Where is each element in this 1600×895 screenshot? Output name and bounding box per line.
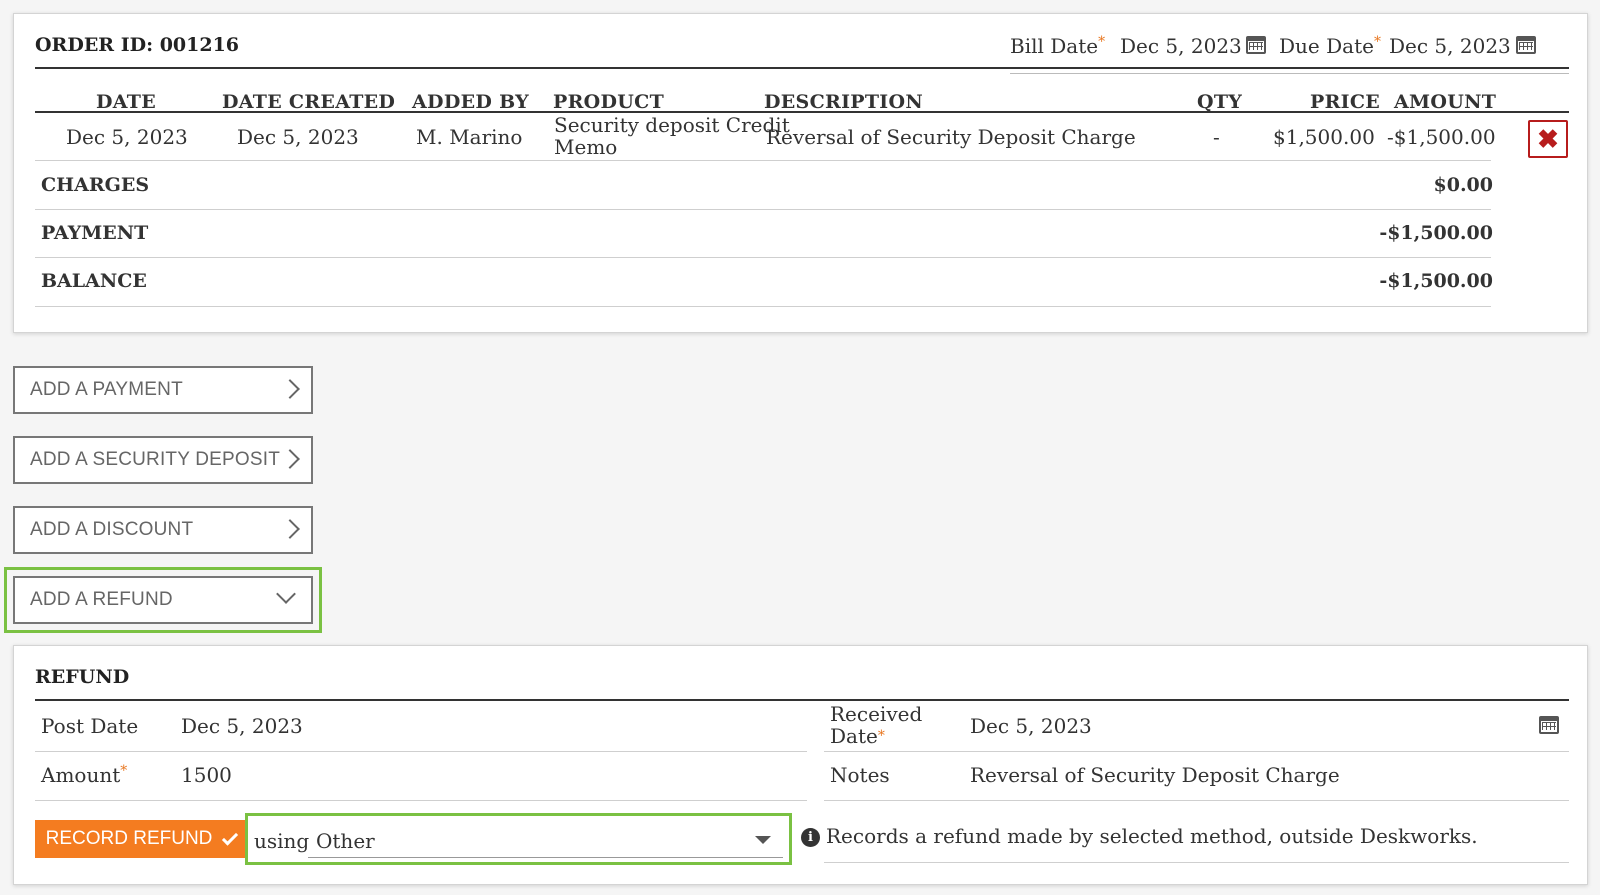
cell-added-by: M. Marino — [416, 125, 523, 149]
charges-label: CHARGES — [41, 174, 150, 196]
delete-line-button[interactable]: ✖ — [1528, 120, 1568, 158]
received-date-value[interactable]: Dec 5, 2023 — [970, 714, 1092, 738]
add-refund-button[interactable]: ADD A REFUND — [13, 576, 313, 624]
notes-label: Notes — [830, 763, 890, 787]
caret-down-icon — [755, 836, 771, 844]
cell-date-created: Dec 5, 2023 — [237, 125, 359, 149]
calendar-icon[interactable] — [1516, 36, 1536, 54]
col-date: DATE — [96, 91, 156, 113]
received-date-label: Received Date* — [830, 702, 923, 748]
divider — [35, 257, 1491, 258]
balance-value: -$1,500.00 — [1379, 270, 1493, 292]
chevron-right-icon — [280, 449, 300, 469]
record-refund-button[interactable]: RECORD REFUND — [35, 820, 245, 858]
record-refund-label: RECORD REFUND — [45, 828, 213, 849]
divider — [35, 306, 1491, 307]
add-refund-label: ADD A REFUND — [30, 589, 173, 610]
divider — [35, 160, 1491, 161]
add-discount-label: ADD A DISCOUNT — [30, 519, 194, 540]
col-qty: QTY — [1197, 91, 1243, 113]
close-icon: ✖ — [1537, 123, 1559, 154]
due-date-value[interactable]: Dec 5, 2023 — [1389, 34, 1511, 58]
cell-description: Reversal of Security Deposit Charge — [766, 125, 1136, 149]
refund-method-select[interactable]: using Other — [245, 813, 792, 865]
balance-label: BALANCE — [41, 270, 147, 292]
add-payment-label: ADD A PAYMENT — [30, 379, 183, 400]
info-icon: i — [801, 828, 820, 847]
order-id: ORDER ID: 001216 — [35, 34, 240, 56]
due-date-label: Due Date* — [1279, 34, 1381, 58]
divider — [35, 209, 1491, 210]
cell-amount: -$1,500.00 — [1387, 125, 1496, 149]
notes-field[interactable]: Reversal of Security Deposit Charge — [970, 763, 1340, 787]
chevron-right-icon — [280, 379, 300, 399]
add-security-deposit-label: ADD A SECURITY DEPOSIT — [30, 449, 281, 470]
amount-label: Amount* — [41, 763, 128, 787]
col-date-created: DATE CREATED — [222, 91, 396, 113]
divider — [35, 111, 1569, 113]
bill-date-label: Bill Date* — [1010, 34, 1106, 58]
select-underline — [308, 857, 783, 858]
col-added-by: ADDED BY — [412, 91, 529, 113]
add-security-deposit-button[interactable]: ADD A SECURITY DEPOSIT — [13, 436, 313, 484]
divider — [824, 862, 1569, 863]
payment-label: PAYMENT — [41, 222, 149, 244]
cell-qty: - — [1213, 125, 1220, 149]
chevron-right-icon — [280, 519, 300, 539]
charges-value: $0.00 — [1433, 174, 1494, 196]
refund-title: REFUND — [35, 666, 130, 688]
order-card: ORDER ID: 001216 Bill Date* Dec 5, 2023 … — [13, 13, 1588, 333]
col-product: PRODUCT — [553, 91, 665, 113]
post-date-value[interactable]: Dec 5, 2023 — [181, 714, 303, 738]
chevron-down-icon — [276, 584, 296, 604]
bill-date-value[interactable]: Dec 5, 2023 — [1120, 34, 1242, 58]
info-text: Records a refund made by selected method… — [826, 824, 1478, 848]
payment-value: -$1,500.00 — [1379, 222, 1493, 244]
col-price: PRICE — [1310, 91, 1381, 113]
divider — [35, 800, 807, 801]
calendar-icon[interactable] — [1539, 716, 1559, 734]
check-icon — [222, 828, 239, 846]
divider — [35, 67, 1569, 69]
method-selected: Other — [316, 829, 375, 853]
cell-price: $1,500.00 — [1273, 125, 1375, 149]
cell-product: Security deposit Credit Memo — [554, 113, 790, 159]
add-discount-button[interactable]: ADD A DISCOUNT — [13, 506, 313, 554]
cell-date: Dec 5, 2023 — [66, 125, 188, 149]
col-description: DESCRIPTION — [764, 91, 924, 113]
refund-card: REFUND Post Date Dec 5, 2023 Amount* 150… — [13, 645, 1588, 885]
post-date-label: Post Date — [41, 714, 139, 738]
divider — [35, 699, 1569, 701]
divider — [824, 751, 1569, 752]
col-amount: AMOUNT — [1394, 91, 1497, 113]
amount-field[interactable]: 1500 — [181, 763, 232, 787]
add-payment-button[interactable]: ADD A PAYMENT — [13, 366, 313, 414]
divider — [824, 800, 1569, 801]
divider — [35, 751, 807, 752]
calendar-icon[interactable] — [1246, 36, 1266, 54]
using-label: using — [254, 829, 310, 853]
